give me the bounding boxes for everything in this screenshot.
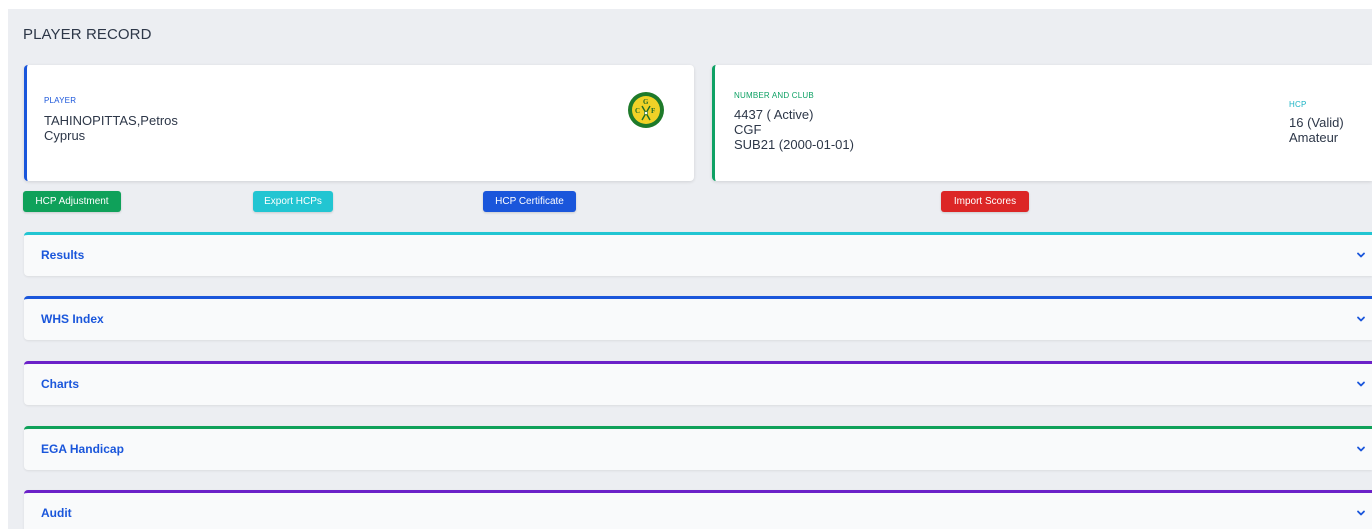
player-card: PLAYER TAHINOPITTAS,Petros Cyprus G C F — [24, 65, 694, 181]
section-whs-index[interactable]: WHS Index — [24, 296, 1372, 340]
page-title: PLAYER RECORD — [23, 26, 152, 43]
section-ega-handicap[interactable]: EGA Handicap — [24, 426, 1372, 470]
player-country: Cyprus — [44, 128, 86, 143]
player-category: SUB21 (2000-01-01) — [734, 137, 854, 152]
hcp-adjustment-button[interactable]: HCP Adjustment — [23, 191, 121, 212]
chevron-down-icon[interactable] — [1356, 379, 1366, 389]
hcp-label: HCP — [1289, 100, 1307, 109]
hcp-value: 16 (Valid) — [1289, 115, 1344, 130]
hcp-status: Amateur — [1289, 130, 1339, 145]
number-club-card: NUMBER AND CLUB 4437 ( Active) CGF SUB21… — [712, 65, 1372, 181]
chevron-down-icon[interactable] — [1356, 314, 1366, 324]
section-audit[interactable]: Audit — [24, 490, 1372, 529]
golf-clubs-icon — [641, 105, 651, 121]
hcp-certificate-button[interactable]: HCP Certificate — [483, 191, 576, 212]
section-charts-title: Charts — [41, 377, 80, 391]
import-scores-button[interactable]: Import Scores — [941, 191, 1029, 212]
player-number-status: 4437 ( Active) — [734, 107, 814, 122]
section-results-title: Results — [41, 248, 85, 262]
export-hcps-button[interactable]: Export HCPs — [253, 191, 333, 212]
section-charts[interactable]: Charts — [24, 361, 1372, 405]
chevron-down-icon[interactable] — [1356, 444, 1366, 454]
player-label: PLAYER — [44, 96, 77, 105]
player-name: TAHINOPITTAS,Petros — [44, 113, 178, 128]
number-club-label: NUMBER AND CLUB — [734, 91, 814, 100]
section-audit-title: Audit — [41, 506, 72, 520]
club-name: CGF — [734, 122, 762, 137]
section-ega-handicap-title: EGA Handicap — [41, 442, 124, 456]
section-results[interactable]: Results — [24, 232, 1372, 276]
section-whs-index-title: WHS Index — [41, 312, 104, 326]
chevron-down-icon[interactable] — [1356, 250, 1366, 260]
federation-logo: G C F — [628, 92, 664, 128]
chevron-down-icon[interactable] — [1356, 508, 1366, 518]
